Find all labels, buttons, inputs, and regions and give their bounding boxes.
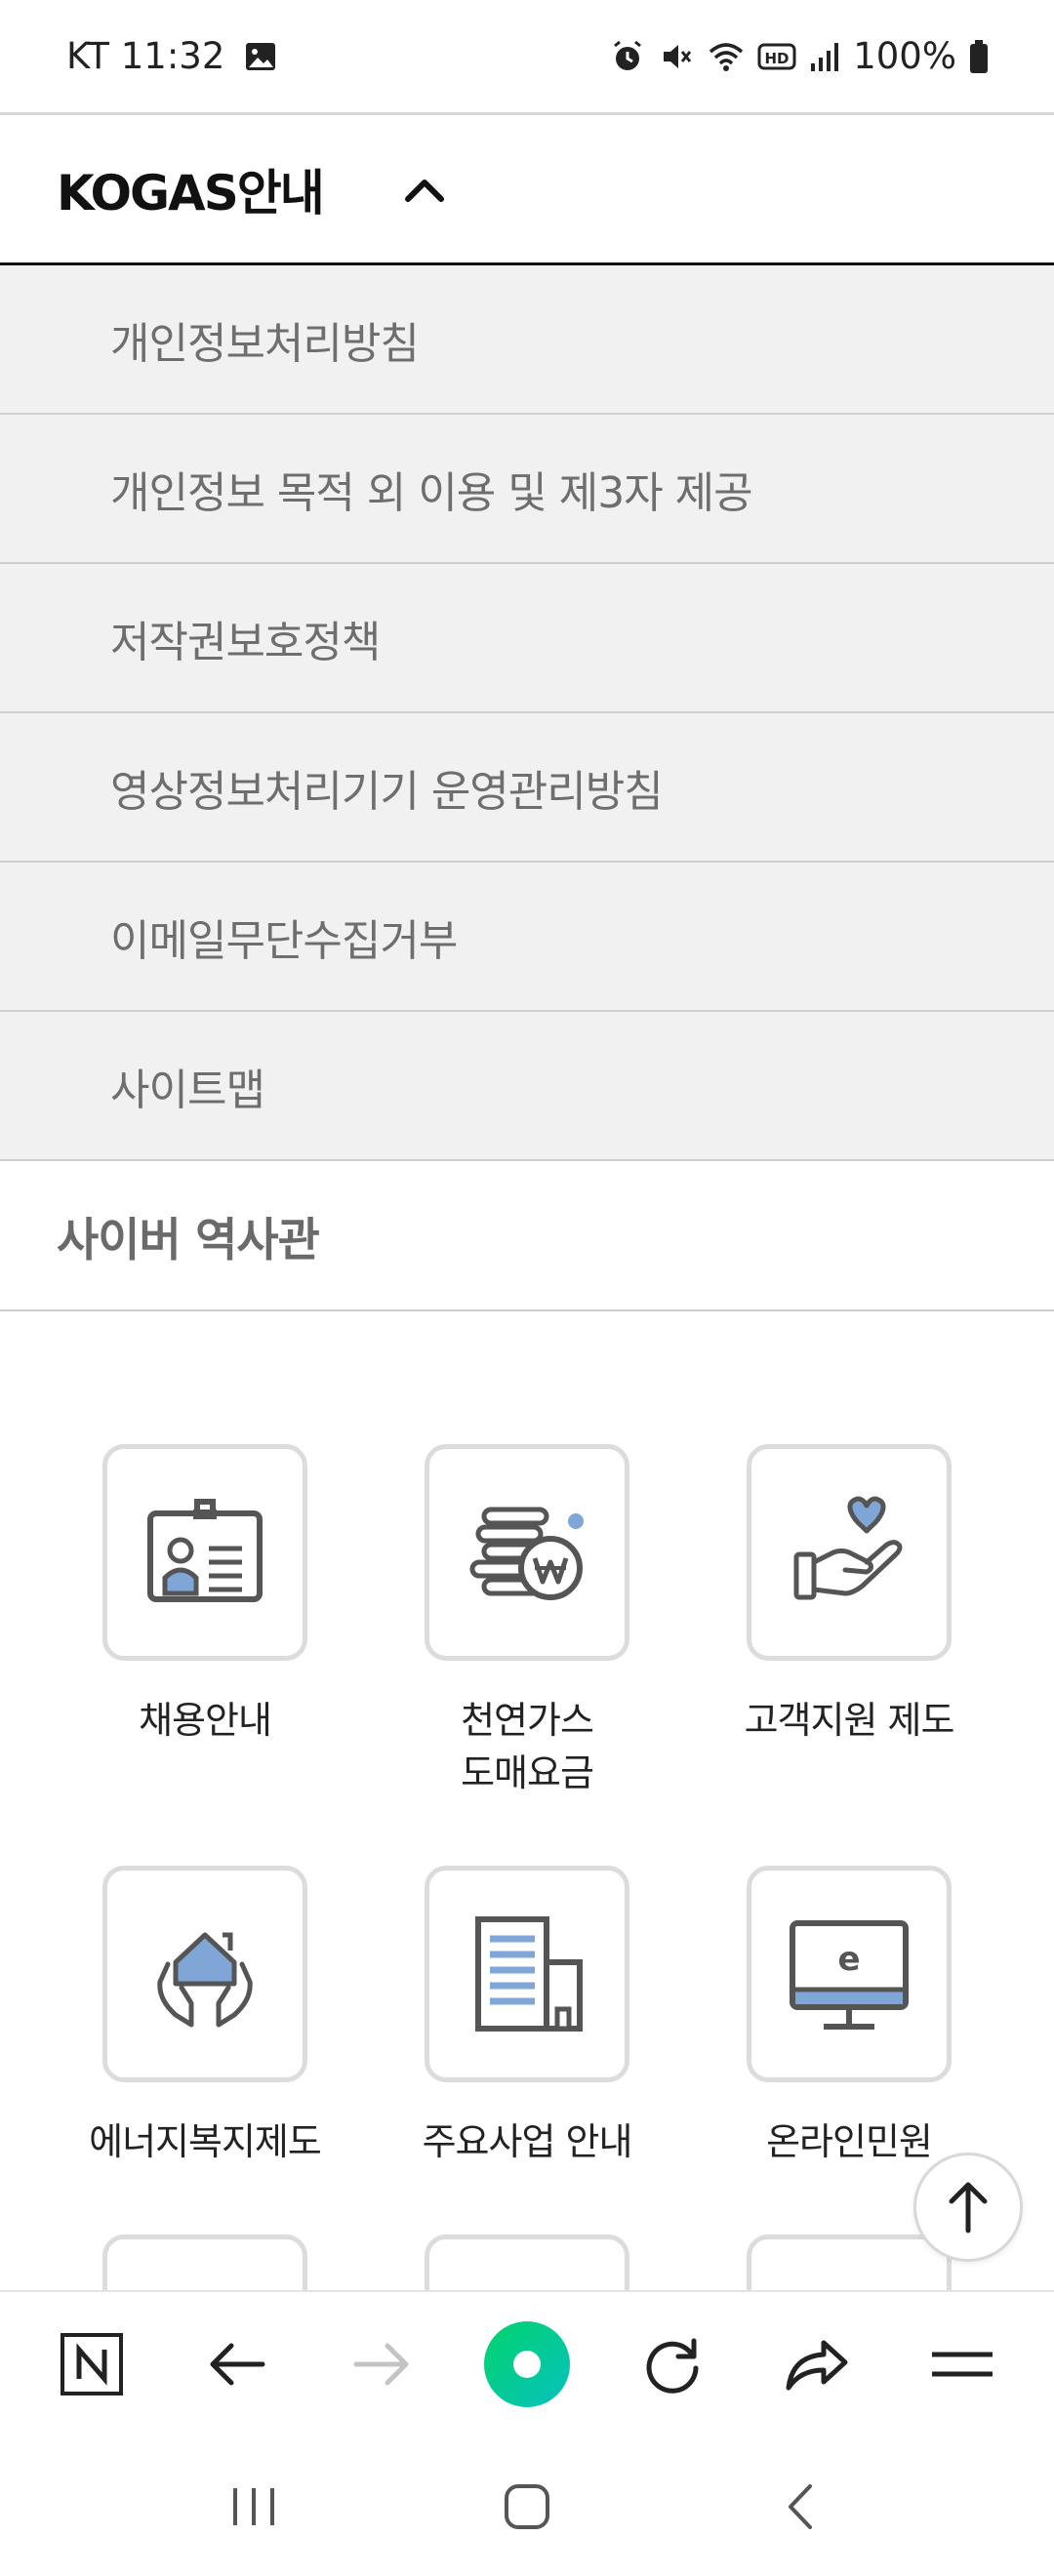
submenu-item-privacy-policy[interactable]: 개인정보처리방침	[0, 265, 1054, 415]
scroll-top-button[interactable]	[913, 2153, 1023, 2262]
green-dot-icon	[483, 2321, 570, 2407]
arrow-up-icon	[949, 2182, 988, 2234]
status-bar: KT 11:32 HD 100%	[0, 0, 1054, 115]
naver-n-icon	[61, 2333, 124, 2395]
home-button[interactable]	[473, 2453, 581, 2560]
refresh-icon	[646, 2338, 699, 2394]
heart-hand-icon	[793, 1496, 903, 1600]
quick-item-recruitment[interactable]: 채용안내	[44, 1444, 366, 1747]
quick-label-gas-rates: 천연가스 도매요금	[461, 1699, 594, 1794]
hd-voice-icon: HD	[757, 40, 796, 73]
battery-percent: 100%	[853, 35, 956, 77]
status-right: HD 100%	[609, 35, 990, 77]
system-back-button[interactable]	[747, 2453, 854, 2560]
carrier-time: KT 11:32	[66, 35, 225, 77]
recent-apps-icon	[233, 2487, 274, 2525]
submenu-item-sitemap[interactable]: 사이트맵	[0, 1012, 1054, 1161]
quick-label-recruitment: 채용안내	[139, 1699, 272, 1742]
signal-icon	[808, 40, 841, 73]
recent-apps-button[interactable]	[200, 2453, 307, 2560]
quick-box-recruitment	[102, 1444, 307, 1661]
svg-text:HD: HD	[765, 50, 790, 67]
home-square-icon	[505, 2483, 549, 2529]
svg-text:e: e	[837, 1940, 860, 1979]
arrow-right-icon	[353, 2343, 409, 2386]
building-icon	[475, 1916, 583, 2032]
quick-box-customer-support	[747, 1444, 952, 1661]
share-button[interactable]	[763, 2311, 871, 2418]
chevron-left-icon	[789, 2483, 812, 2529]
quick-label-customer-support: 고객지원 제도	[744, 1699, 955, 1742]
kogas-info-accordion-header[interactable]: KOGAS안내	[0, 115, 1054, 265]
hamburger-icon	[931, 2352, 993, 2377]
browser-toolbar	[0, 2290, 1054, 2436]
menu-button[interactable]	[909, 2311, 1016, 2418]
quick-item-online-complaint[interactable]: e 온라인민원	[688, 1866, 1010, 2168]
quick-box-gas-rates	[425, 1444, 629, 1661]
quick-label-energy-welfare: 에너지복지제도	[89, 2120, 322, 2163]
green-dot-button[interactable]	[473, 2311, 581, 2418]
wifi-icon	[707, 38, 746, 75]
accordion-title: KOGAS안내	[57, 164, 325, 221]
submenu-item-copyright-policy[interactable]: 저작권보호정책	[0, 564, 1054, 713]
quick-box-major-business	[425, 1866, 629, 2082]
back-button[interactable]	[183, 2311, 291, 2418]
house-hands-icon	[157, 1932, 253, 2028]
refresh-button[interactable]	[619, 2311, 726, 2418]
battery-icon	[968, 39, 990, 74]
cyber-museum-link[interactable]: 사이버 역사관	[0, 1161, 1054, 1311]
naver-home-button[interactable]	[38, 2311, 145, 2418]
arrow-left-icon	[210, 2343, 265, 2386]
submenu-item-email-refusal[interactable]: 이메일무단수집거부	[0, 863, 1054, 1012]
quick-item-energy-welfare[interactable]: 에너지복지제도	[44, 1866, 366, 2168]
submenu-item-cctv-policy[interactable]: 영상정보처리기기 운영관리방침	[0, 713, 1054, 863]
chevron-up-icon	[405, 180, 444, 202]
status-left: KT 11:32	[66, 35, 277, 77]
gallery-notification-icon	[244, 40, 277, 73]
submenu-item-third-party-provision[interactable]: 개인정보 목적 외 이용 및 제3자 제공	[0, 415, 1054, 564]
monitor-e-icon: e	[790, 1920, 909, 2030]
alarm-icon	[609, 38, 646, 75]
quick-item-major-business[interactable]: 주요사업 안내	[366, 1866, 688, 2168]
quick-item-customer-support[interactable]: 고객지원 제도	[688, 1444, 1010, 1747]
mute-icon	[658, 38, 695, 75]
quick-box-energy-welfare	[102, 1866, 307, 2082]
system-nav-bar	[0, 2436, 1054, 2576]
coins-won-icon	[469, 1507, 584, 1600]
quick-label-major-business: 주요사업 안내	[422, 2120, 633, 2163]
share-arrow-icon	[786, 2340, 848, 2391]
kogas-info-submenu: 개인정보처리방침 개인정보 목적 외 이용 및 제3자 제공 저작권보호정책 영…	[0, 265, 1054, 1161]
quick-item-gas-rates[interactable]: 천연가스 도매요금	[366, 1444, 688, 1799]
forward-button[interactable]	[328, 2311, 435, 2418]
id-card-icon	[147, 1499, 263, 1602]
quick-box-online-complaint: e	[747, 1866, 952, 2082]
